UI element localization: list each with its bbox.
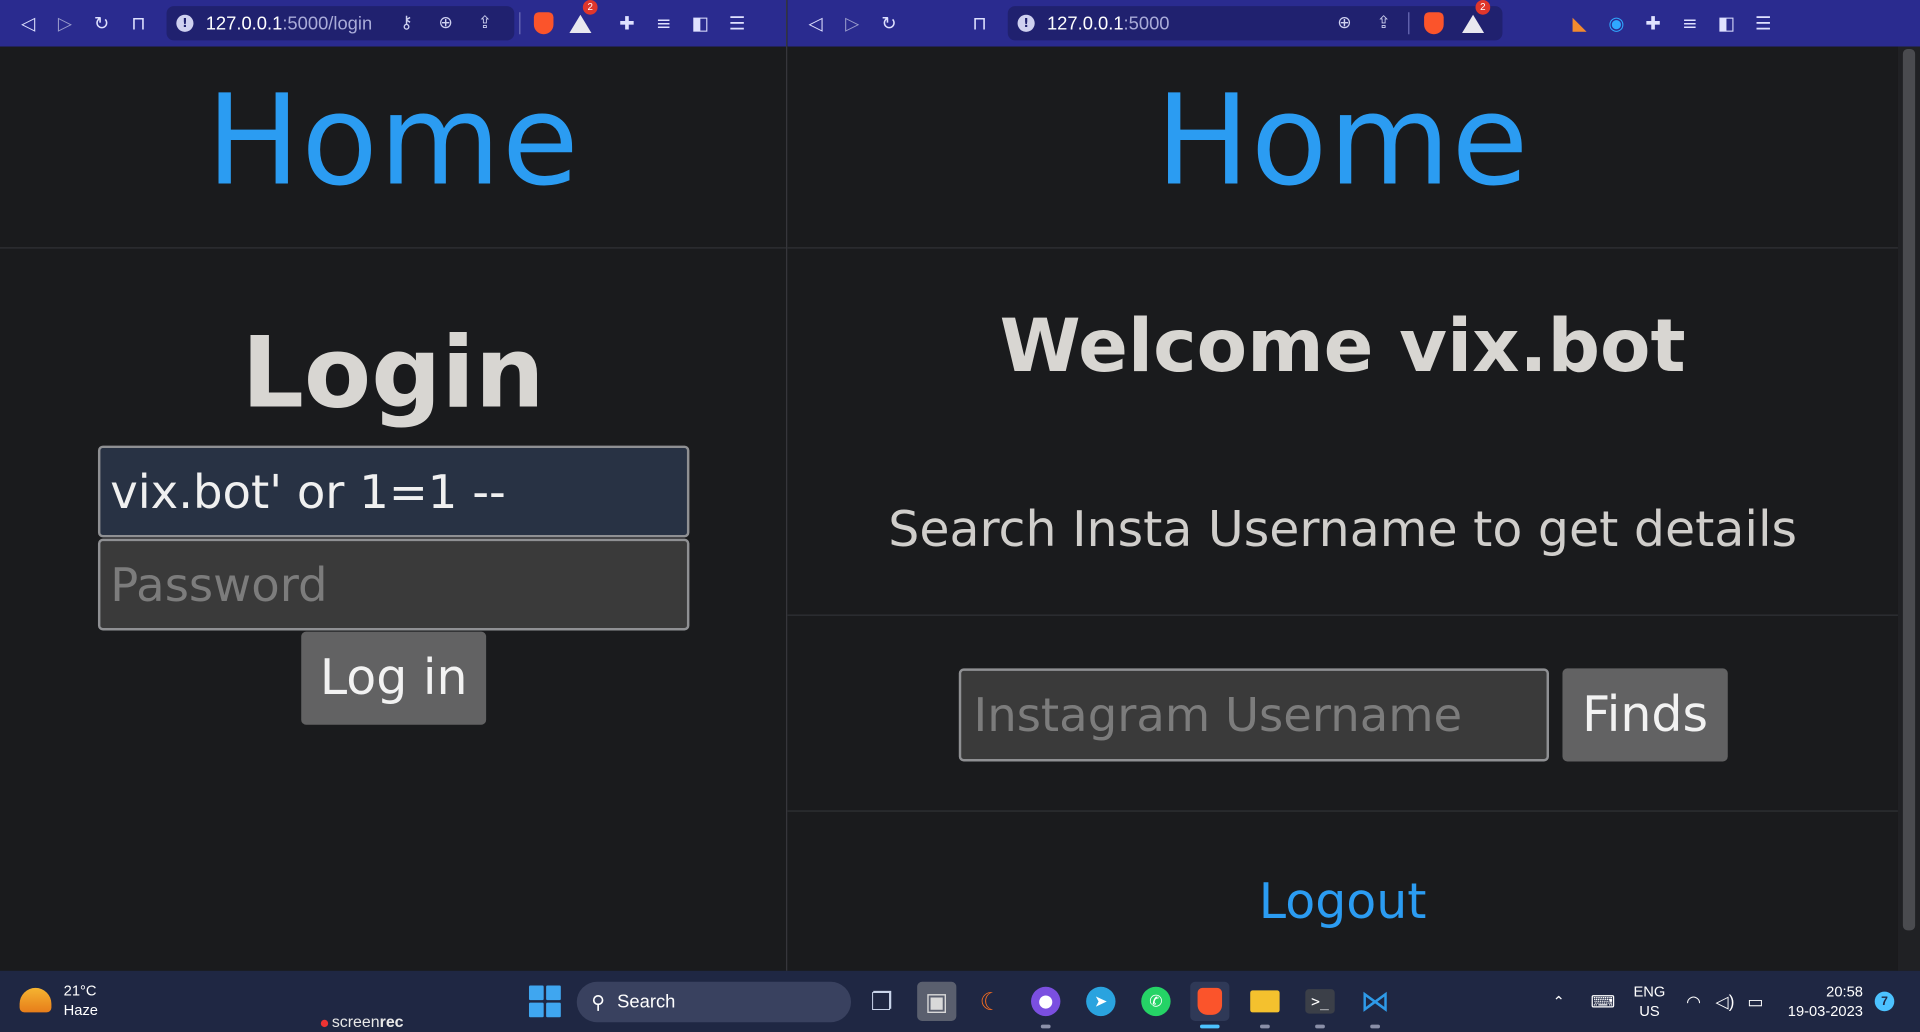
browser-toolbar: ◁ ▷ ↻ ⊓ ! 127.0.0.1:5000/login ⚷ ⊕ ⇪ 2 ✚… xyxy=(0,0,787,47)
start-button[interactable] xyxy=(528,985,561,1018)
menu-icon[interactable]: ☰ xyxy=(719,0,756,47)
browser-toolbar: ◁ ▷ ↻ ⊓ ! 127.0.0.1:5000 ⊕ ⇪ 2 ◣ ◉ ✚ ≡ ◧… xyxy=(787,0,1920,47)
search-description: Search Insta Username to get details xyxy=(888,501,1798,559)
zoom-icon[interactable]: ⊕ xyxy=(426,6,465,40)
brave-shields-icon[interactable] xyxy=(1414,6,1453,40)
search-icon: ⚲ xyxy=(591,992,605,1014)
finds-button[interactable]: Finds xyxy=(1562,668,1728,762)
playlist-icon[interactable]: ≡ xyxy=(645,0,682,47)
show-hidden-icons[interactable]: ⌃ xyxy=(1553,971,1565,1032)
brave-rewards-icon[interactable]: 2 xyxy=(562,0,599,47)
menu-icon[interactable]: ☰ xyxy=(1745,0,1782,47)
brave-rewards-icon[interactable]: 2 xyxy=(1453,0,1492,40)
address-url[interactable]: 127.0.0.1:5000/login xyxy=(206,13,387,34)
back-icon[interactable]: ◁ xyxy=(797,0,834,47)
site-info-icon[interactable]: ! xyxy=(176,14,194,32)
shazam-icon[interactable]: ◉ xyxy=(1598,0,1635,47)
notification-badge: 7 xyxy=(1874,991,1895,1012)
extensions-icon[interactable]: ✚ xyxy=(1635,0,1672,47)
page-title: Login xyxy=(241,315,545,430)
battery-icon[interactable]: ▭ xyxy=(1747,971,1763,1032)
notification-center[interactable]: 7 xyxy=(1874,971,1895,1032)
brave-shields-icon[interactable] xyxy=(525,0,562,47)
scrollbar-thumb[interactable] xyxy=(1902,48,1916,931)
bookmark-icon[interactable]: ⊓ xyxy=(961,0,998,47)
login-page: Home Login vix.bot' or 1=1 -- Password L… xyxy=(0,47,787,971)
address-url[interactable]: 127.0.0.1:5000 xyxy=(1047,13,1325,34)
clock-date: 19-03-2023 xyxy=(1787,1002,1863,1020)
home-link[interactable]: Home xyxy=(787,69,1898,215)
taskbar: 21°C Haze screenrec ⚲ Search ❐ ▣ ☾ ● ➤ ✆ … xyxy=(0,970,1920,1032)
divider xyxy=(787,810,1898,812)
volume-icon[interactable]: ◁) xyxy=(1716,971,1735,1032)
forward-icon[interactable]: ▷ xyxy=(47,0,84,47)
task-view-icon[interactable]: ❐ xyxy=(862,982,901,1021)
address-bar[interactable]: ! 127.0.0.1:5000/login ⚷ ⊕ ⇪ xyxy=(166,6,515,41)
telegram-icon[interactable]: ➤ xyxy=(1081,982,1120,1021)
file-explorer-icon[interactable] xyxy=(1245,982,1284,1029)
rewards-badge: 2 xyxy=(582,0,598,15)
orange-app-icon[interactable]: ☾ xyxy=(971,982,1010,1021)
whatsapp-icon[interactable]: ✆ xyxy=(1136,982,1175,1021)
divider xyxy=(787,614,1898,616)
home-page: Home Welcome vix.bot Search Insta Userna… xyxy=(787,47,1898,971)
vscode-icon[interactable]: ⋈ xyxy=(1356,982,1395,1029)
password-key-icon[interactable]: ⚷ xyxy=(387,6,426,40)
github-desktop-icon[interactable]: ● xyxy=(1026,982,1065,1029)
weather-description: Haze xyxy=(63,1001,98,1019)
language-region: US xyxy=(1639,1002,1660,1020)
weather-haze-icon xyxy=(19,987,52,1013)
logout-link[interactable]: Logout xyxy=(787,874,1898,930)
weather-temperature: 21°C xyxy=(63,981,97,999)
taskbar-search[interactable]: ⚲ Search xyxy=(576,981,852,1023)
share-icon[interactable]: ⇪ xyxy=(1364,6,1403,40)
scrollbar[interactable] xyxy=(1897,46,1920,971)
site-info-icon[interactable]: ! xyxy=(1017,14,1035,32)
clock-time: 20:58 xyxy=(1826,983,1863,1001)
back-icon[interactable]: ◁ xyxy=(10,0,47,47)
sidebar-icon[interactable]: ◧ xyxy=(1708,0,1745,47)
address-bar[interactable]: ! 127.0.0.1:5000 ⊕ ⇪ 2 xyxy=(1007,0,1503,41)
welcome-heading: Welcome vix.bot xyxy=(999,303,1686,390)
bookmark-icon[interactable]: ⊓ xyxy=(120,0,157,47)
zoom-icon[interactable]: ⊕ xyxy=(1325,6,1364,40)
weather-widget[interactable]: 21°C Haze xyxy=(19,981,98,1020)
divider xyxy=(519,12,521,35)
reload-icon[interactable]: ↻ xyxy=(871,0,908,47)
reload-icon[interactable]: ↻ xyxy=(83,0,120,47)
sidebar-icon[interactable]: ◧ xyxy=(682,0,719,47)
playlist-icon[interactable]: ≡ xyxy=(1671,0,1708,47)
home-link[interactable]: Home xyxy=(0,69,786,215)
username-field[interactable]: vix.bot' or 1=1 -- xyxy=(97,445,690,538)
extension-orange-icon[interactable]: ◣ xyxy=(1561,0,1598,47)
divider xyxy=(787,247,1898,249)
language-code: ENG xyxy=(1633,983,1666,1001)
screenrec-watermark: screenrec xyxy=(320,1012,404,1031)
password-field[interactable]: Password xyxy=(97,538,690,631)
extensions-icon[interactable]: ✚ xyxy=(609,0,646,47)
share-icon[interactable]: ⇪ xyxy=(465,6,504,40)
divider xyxy=(0,247,787,249)
brave-browser-icon[interactable] xyxy=(1190,981,1230,1029)
photos-app-icon[interactable]: ▣ xyxy=(917,981,957,1021)
forward-icon[interactable]: ▷ xyxy=(834,0,871,47)
wifi-icon[interactable]: ◠ xyxy=(1686,971,1701,1032)
search-label: Search xyxy=(617,991,676,1013)
login-button[interactable]: Log in xyxy=(301,631,487,725)
divider xyxy=(1408,12,1410,35)
instagram-username-input[interactable]: Instagram Username xyxy=(958,668,1549,762)
keyboard-icon[interactable]: ⌨ xyxy=(1591,971,1616,1032)
language-indicator[interactable]: ENG US xyxy=(1633,971,1665,1032)
terminal-icon[interactable]: >_ xyxy=(1300,982,1339,1029)
rewards-badge: 2 xyxy=(1475,0,1491,15)
browser-window-home: ◁ ▷ ↻ ⊓ ! 127.0.0.1:5000 ⊕ ⇪ 2 ◣ ◉ ✚ ≡ ◧… xyxy=(787,0,1920,971)
browser-window-login: ◁ ▷ ↻ ⊓ ! 127.0.0.1:5000/login ⚷ ⊕ ⇪ 2 ✚… xyxy=(0,0,788,971)
clock[interactable]: 20:58 19-03-2023 xyxy=(1788,971,1863,1032)
